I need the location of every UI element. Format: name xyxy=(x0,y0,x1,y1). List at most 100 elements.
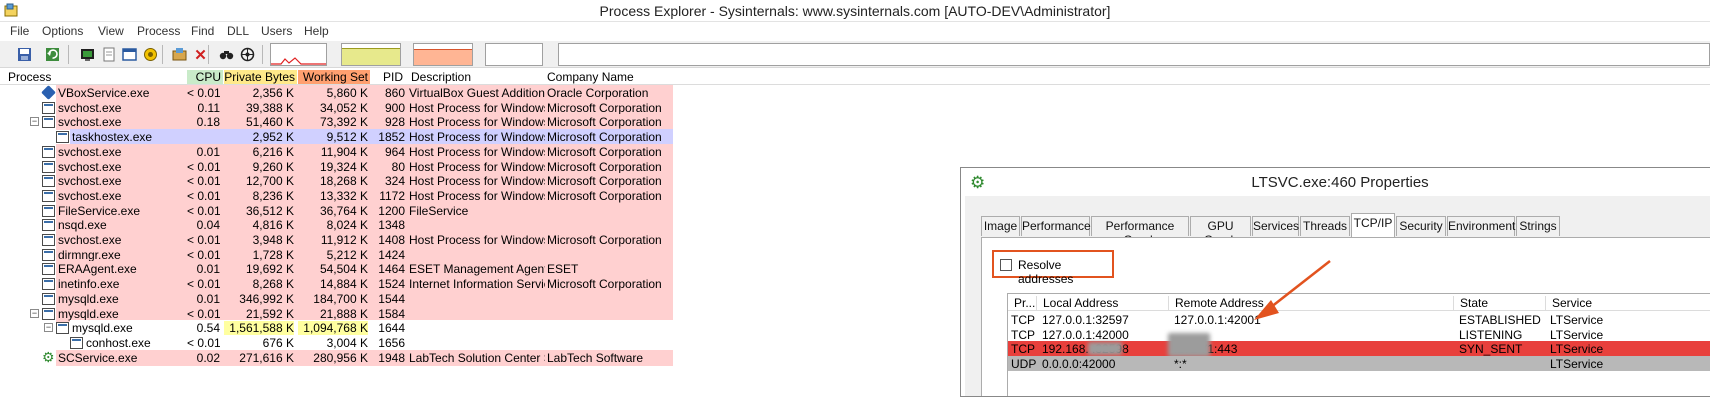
window-icon[interactable] xyxy=(121,46,138,63)
process-window-icon xyxy=(70,336,83,349)
tab-strings[interactable]: Strings xyxy=(1516,216,1560,236)
connection-row[interactable]: UDP 0.0.0.0:42000 *:* LTService xyxy=(1008,355,1710,371)
conn-col-state[interactable]: State xyxy=(1454,296,1546,310)
process-window-icon xyxy=(42,234,55,246)
pid-value: 1408 xyxy=(378,233,405,247)
col-description[interactable]: Description xyxy=(411,70,544,84)
tree-collapse-toggle[interactable]: − xyxy=(30,308,39,318)
resolve-addresses-checkbox[interactable] xyxy=(1000,259,1012,271)
kill-process-icon[interactable]: ✕ xyxy=(192,46,209,64)
process-row[interactable]: − mysqld.exe 0.54 1,561,588 K 1,094,768 K 164… xyxy=(0,320,735,337)
menu-users[interactable]: Users xyxy=(261,24,292,38)
process-row[interactable]: dirmngr.exe < 0.01 1,728 K 5,212 K 1424 xyxy=(0,246,735,263)
process-window-icon xyxy=(42,204,55,217)
process-row[interactable]: svchost.exe < 0.01 3,948 K 11,912 K 1408 Host… xyxy=(0,232,735,248)
process-row[interactable]: ERAAgent.exe 0.01 19,692 K 54,504 K 1464 ESET… xyxy=(0,261,735,278)
working-set-value: 11,904 K xyxy=(320,144,368,159)
cpu-value: 0.04 xyxy=(196,218,220,233)
save-icon[interactable] xyxy=(16,46,33,63)
pid-value: 1852 xyxy=(378,130,405,145)
pid-value: 1544 xyxy=(378,291,405,306)
process-name: svchost.exe xyxy=(58,174,122,189)
process-row[interactable]: taskhostex.exe 2,952 K 9,512 K 1852 Host Pro… xyxy=(0,129,735,146)
pid-value: 1464 xyxy=(378,262,405,277)
properties-icon[interactable] xyxy=(100,46,117,63)
working-set-value: 73,392 K xyxy=(319,115,368,130)
tab-tcp-ip[interactable]: TCP/IP xyxy=(1351,213,1395,237)
cpu-value: 0.54 xyxy=(196,321,220,336)
target-icon[interactable] xyxy=(142,46,159,63)
tab-image[interactable]: Image xyxy=(981,216,1020,236)
options-icon[interactable] xyxy=(171,46,188,63)
process-row[interactable]: mysqld.exe 0.01 346,992 K 184,700 K 1544 xyxy=(0,290,735,307)
connection-row[interactable]: TCP192.168. :32598 .172.71:443SYN_SENTLT… xyxy=(1008,333,1710,357)
find-icon[interactable] xyxy=(218,46,235,63)
process-row[interactable]: svchost.exe < 0.01 8,236 K 13,332 K 1172 Host… xyxy=(0,187,735,204)
process-window-icon xyxy=(42,145,55,158)
tab-gpu-graph[interactable]: GPU Graph xyxy=(1190,216,1251,247)
process-row[interactable]: svchost.exe 0.11 39,388 K 34,052 K 900 Host P… xyxy=(0,99,735,116)
commit-graph[interactable] xyxy=(341,43,401,66)
process-row[interactable]: conhost.exe < 0.01 676 K 3,004 K 1656 xyxy=(0,334,735,351)
working-set-value: 21,888 K xyxy=(319,306,368,321)
tree-collapse-toggle[interactable]: − xyxy=(44,323,53,333)
window-title: Process Explorer - Sysinternals: www.sys… xyxy=(599,3,1111,19)
dll-icon[interactable] xyxy=(239,46,256,63)
tab-performance-graph[interactable]: Performance Graph xyxy=(1091,216,1189,247)
process-row[interactable]: FileService.exe < 0.01 36,512 K 36,764 K 120… xyxy=(0,202,735,219)
conn-col-service[interactable]: Service xyxy=(1546,296,1710,310)
network-graph[interactable] xyxy=(558,43,1710,66)
process-row[interactable]: − svchost.exe 0.18 51,460 K 73,392 K 928 Host … xyxy=(0,114,735,131)
cpu-graph[interactable] xyxy=(270,43,327,66)
menu-find[interactable]: Find xyxy=(191,24,214,38)
menu-view[interactable]: View xyxy=(98,24,124,38)
process-row[interactable]: svchost.exe < 0.01 12,700 K 18,268 K 324 Host… xyxy=(0,173,735,190)
process-row[interactable]: nsqd.exe 0.04 4,816 K 8,024 K 1348 xyxy=(0,217,735,234)
process-row[interactable]: svchost.exe < 0.01 9,260 K 19,324 K 80 Host P… xyxy=(0,158,735,175)
pid-value: 324 xyxy=(384,174,405,189)
conn-col-remote-address[interactable]: Remote Address xyxy=(1169,296,1454,310)
private-bytes-value: 4,816 K xyxy=(252,218,294,233)
cpu-value: < 0.01 xyxy=(187,306,220,321)
connection-row[interactable]: TCP 127.0.0.1:42000 LISTENING LTService xyxy=(1008,327,1710,342)
conn-col-local-address[interactable]: Local Address xyxy=(1037,296,1169,310)
io-graph[interactable] xyxy=(485,43,543,66)
pid-value: 900 xyxy=(384,100,405,115)
tab-threads[interactable]: Threads xyxy=(1300,216,1350,236)
tab-performance[interactable]: Performance xyxy=(1021,216,1091,236)
connection-row[interactable]: TCP 127.0.0.1:32597 127.0.0.1:42001 ESTABLI… xyxy=(1008,312,1710,327)
menu-dll[interactable]: DLL xyxy=(227,24,249,38)
tab-security[interactable]: Security xyxy=(1396,216,1446,236)
tree-collapse-toggle[interactable]: − xyxy=(30,117,39,127)
process-row[interactable]: VBoxService.exe < 0.01 2,356 K 5,860 K 860 Vi… xyxy=(0,85,735,101)
resolve-addresses-label[interactable]: Resolve addresses xyxy=(1018,258,1112,286)
description-value: Host Process for Windows S... xyxy=(409,188,545,203)
process-row[interactable]: ⚙ SCService.exe 0.02 271,616 K 280,956 K 1948… xyxy=(0,349,735,366)
col-company-name[interactable]: Company Name xyxy=(547,70,673,84)
menu-file[interactable]: File xyxy=(10,24,29,38)
process-row[interactable]: inetinfo.exe < 0.01 8,268 K 14,884 K 1524 Int… xyxy=(0,276,735,293)
company-value: Microsoft Corporation xyxy=(547,130,662,145)
description-value: FileService xyxy=(409,203,469,218)
col-cpu[interactable]: CPU xyxy=(187,70,223,84)
col-process[interactable]: Process xyxy=(8,70,183,84)
pid-value: 1584 xyxy=(378,306,405,321)
col-private-bytes[interactable]: Private Bytes xyxy=(224,70,297,84)
menu-process[interactable]: Process xyxy=(137,24,180,38)
process-row[interactable]: − mysqld.exe < 0.01 21,592 K 21,888 K 1584 xyxy=(0,305,735,322)
menu-options[interactable]: Options xyxy=(42,24,83,38)
process-row[interactable]: svchost.exe 0.01 6,216 K 11,904 K 964 Host Pr… xyxy=(0,143,735,160)
private-bytes-value: 1,561,588 K xyxy=(224,321,294,336)
refresh-icon[interactable] xyxy=(44,46,61,63)
company-value: Microsoft Corporation xyxy=(547,233,662,247)
physical-memory-graph[interactable] xyxy=(413,43,473,66)
connection-local-address: 127.0.0.1:32597 xyxy=(1042,313,1129,327)
menu-help[interactable]: Help xyxy=(304,24,329,38)
col-pid[interactable]: PID xyxy=(371,70,407,84)
tab-services[interactable]: Services xyxy=(1252,216,1299,236)
system-info-icon[interactable] xyxy=(79,46,96,63)
tab-environment[interactable]: Environment xyxy=(1447,216,1515,236)
conn-col-protocol[interactable]: Pr... xyxy=(1008,296,1037,310)
col-working-set[interactable]: Working Set xyxy=(298,70,370,84)
description-value: VirtualBox Guest Additions S... xyxy=(409,86,545,100)
